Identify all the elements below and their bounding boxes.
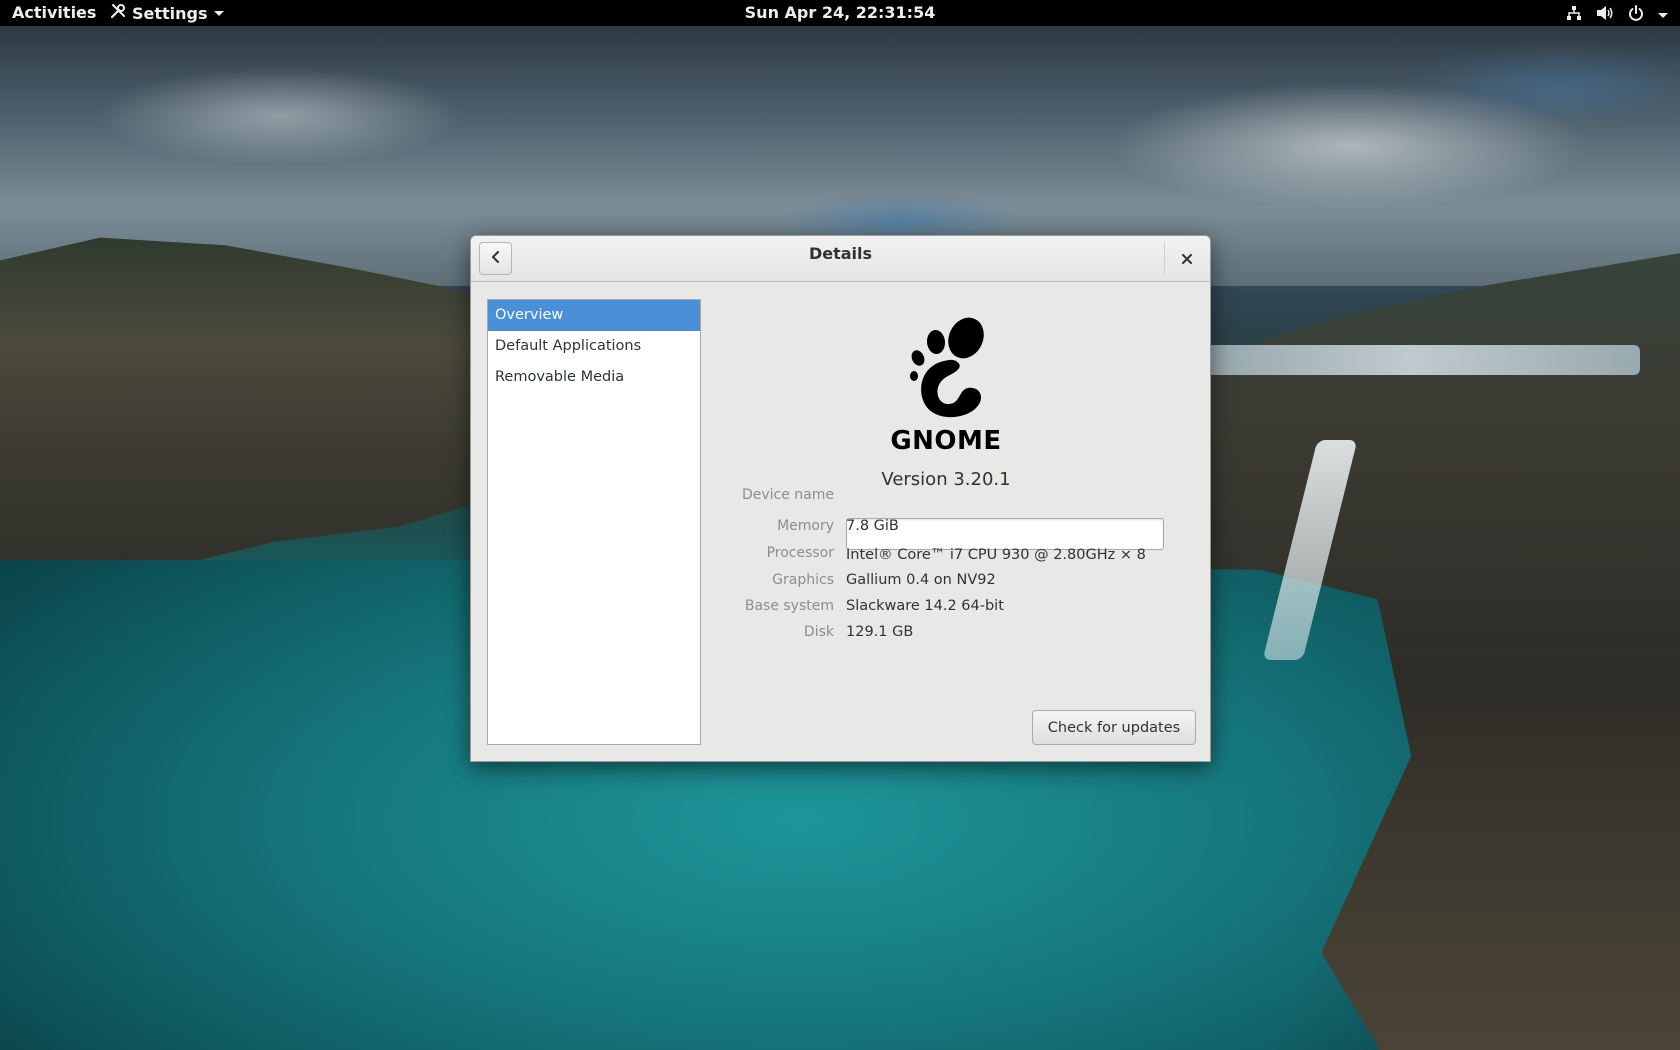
sidebar-item-removable-media[interactable]: Removable Media [488, 362, 700, 393]
wallpaper-lake [1180, 345, 1640, 375]
details-dialog: Details Overview Default Applications Re… [470, 235, 1211, 762]
details-sidebar: Overview Default Applications Removable … [487, 299, 701, 745]
volume-icon [1596, 5, 1614, 25]
processor-value: Intel® Core™ i7 CPU 930 @ 2.80GHz × 8 [846, 547, 1146, 563]
memory-label: Memory [777, 518, 834, 534]
base-system-label: Base system [744, 598, 834, 614]
gnome-wordmark: GNOME [890, 426, 1002, 456]
system-status-menu[interactable] [1566, 5, 1668, 25]
settings-tools-icon [110, 3, 126, 23]
app-menu-label: Settings [132, 3, 208, 23]
clock-button[interactable]: Sun Apr 24, 22:31:54 [745, 3, 936, 22]
graphics-label: Graphics [772, 572, 834, 588]
network-icon [1566, 5, 1582, 25]
disk-value: 129.1 GB [846, 624, 914, 640]
activities-button[interactable]: Activities [12, 3, 96, 22]
close-icon [1182, 249, 1192, 268]
dialog-header: Details [471, 236, 1210, 282]
top-bar: Activities Settings Sun Apr 24, 22:31:54 [0, 0, 1680, 26]
check-for-updates-label: Check for updates [1047, 719, 1181, 736]
close-button[interactable] [1173, 246, 1201, 270]
chevron-down-icon [1658, 12, 1668, 18]
wallpaper-cliff-left [0, 237, 500, 595]
power-icon [1628, 5, 1644, 25]
gnome-foot-logo [891, 316, 1001, 430]
header-separator [1164, 242, 1165, 274]
app-menu-button[interactable]: Settings [110, 3, 224, 23]
processor-label: Processor [766, 545, 834, 561]
device-name-label: Device name [741, 487, 834, 503]
clock-container: Sun Apr 24, 22:31:54 [0, 3, 1680, 22]
sidebar-item-overview[interactable]: Overview [488, 300, 700, 331]
base-system-value: Slackware 14.2 64-bit [846, 598, 1004, 614]
check-for-updates-button[interactable]: Check for updates [1032, 710, 1196, 745]
disk-label: Disk [803, 624, 834, 640]
sidebar-item-default-applications[interactable]: Default Applications [488, 331, 700, 362]
chevron-down-icon [213, 10, 224, 16]
dialog-title: Details [808, 244, 873, 263]
memory-value: 7.8 GiB [846, 518, 899, 534]
version-label: Version 3.20.1 [881, 469, 1011, 490]
graphics-value: Gallium 0.4 on NV92 [846, 572, 996, 588]
